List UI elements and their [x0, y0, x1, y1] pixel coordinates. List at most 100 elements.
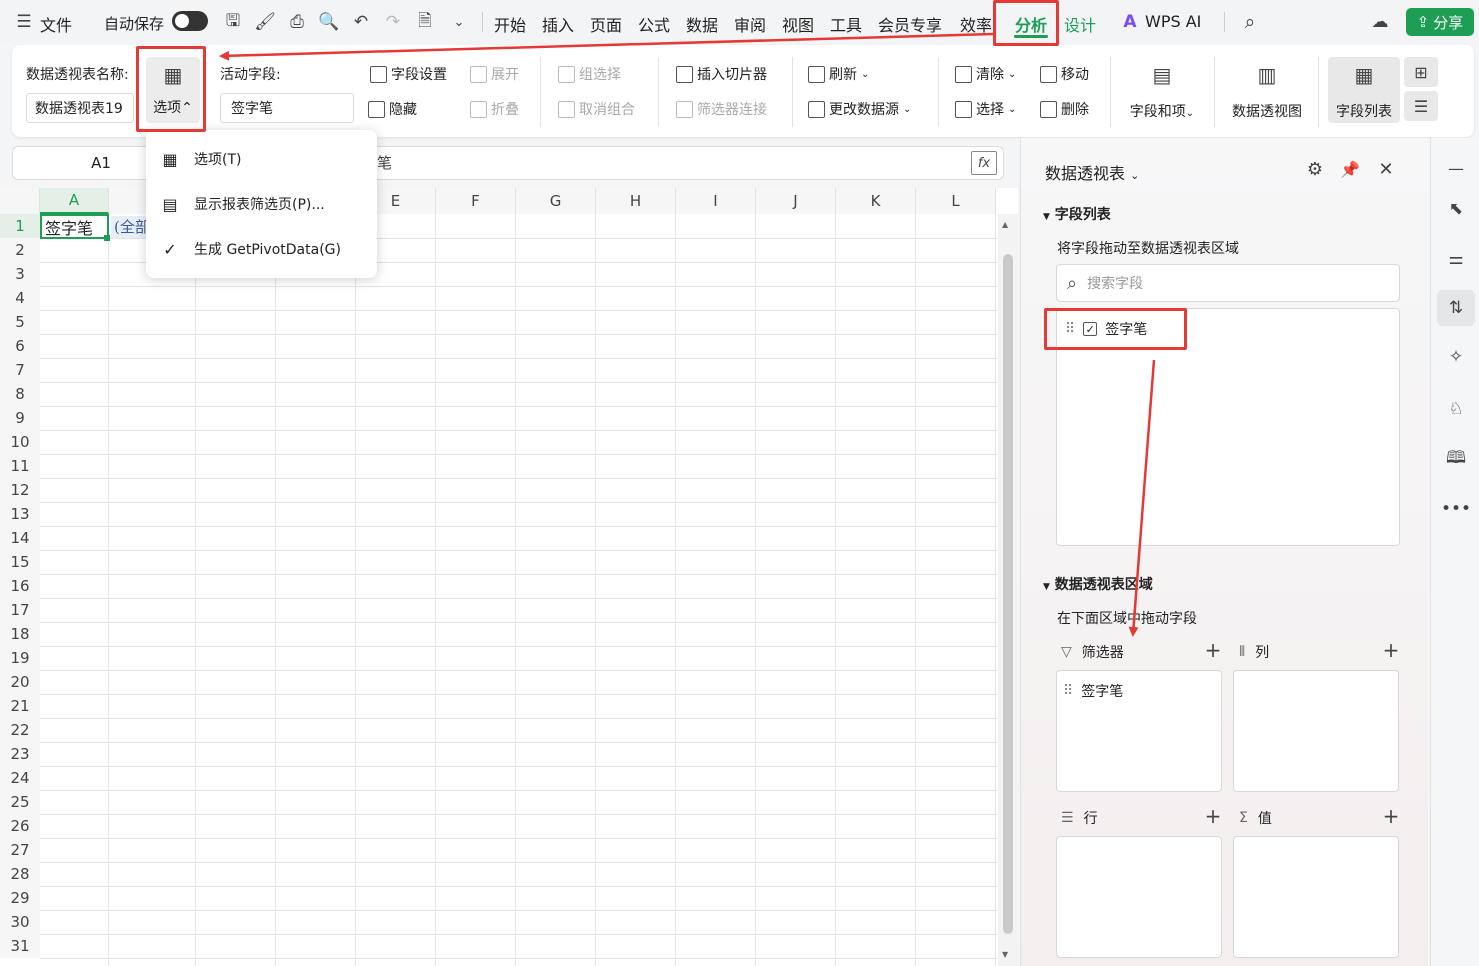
tab-data[interactable]: 数据	[686, 12, 718, 36]
hamburger-menu-icon[interactable]: ☰	[14, 12, 34, 32]
scrollbar-thumb[interactable]	[1003, 254, 1013, 934]
move-button[interactable]: 移动	[1040, 64, 1089, 84]
columns-drop-area[interactable]	[1233, 670, 1399, 792]
row-header[interactable]: 24	[0, 766, 40, 790]
tab-home[interactable]: 开始	[494, 12, 526, 36]
menu-item-options[interactable]: ▦ 选项(T)	[146, 139, 377, 179]
pointer-select-icon[interactable]: ⬉	[1443, 196, 1469, 222]
column-header-g[interactable]: G	[516, 188, 596, 214]
fields-items-button[interactable]: ▤ 字段和项⌄	[1122, 57, 1202, 123]
row-header[interactable]: 27	[0, 838, 40, 862]
row-header[interactable]: 12	[0, 478, 40, 502]
minimize-icon[interactable]: —	[1445, 159, 1467, 178]
search-icon[interactable]: ⌕	[1238, 10, 1262, 34]
row-header[interactable]: 16	[0, 574, 40, 598]
delete-button[interactable]: 删除	[1040, 99, 1089, 119]
undo-icon[interactable]: ↶	[350, 11, 372, 33]
tab-insert[interactable]: 插入	[542, 12, 574, 36]
group-select-button[interactable]: 组选择	[558, 64, 621, 84]
drag-handle-icon[interactable]: ⠿	[1063, 683, 1073, 699]
row-header[interactable]: 1	[0, 214, 40, 238]
add-column-plus-icon[interactable]: +	[1381, 638, 1401, 662]
hide-button[interactable]: 隐藏	[368, 99, 417, 119]
row-header[interactable]: 19	[0, 646, 40, 670]
more-options-icon[interactable]: •••	[1441, 496, 1471, 522]
tab-review[interactable]: 审阅	[734, 12, 766, 36]
field-list-section-header[interactable]: ▼ 字段列表	[1043, 204, 1111, 224]
add-filter-plus-icon[interactable]: +	[1203, 638, 1223, 662]
cell-b1[interactable]: (全部	[111, 216, 147, 238]
column-header-i[interactable]: I	[676, 188, 756, 214]
chevron-down-icon[interactable]: ⌄	[448, 11, 470, 33]
elephant-icon[interactable]: ♘	[1443, 396, 1469, 422]
cell-a1[interactable]: 签字笔	[40, 214, 109, 239]
function-fx-icon[interactable]: fx	[971, 151, 997, 175]
column-header-f[interactable]: F	[436, 188, 516, 214]
column-header-a[interactable]: A	[40, 188, 109, 214]
print-preview-icon[interactable]: 🔍	[318, 11, 340, 33]
row-header[interactable]: 14	[0, 526, 40, 550]
pivot-name-input[interactable]: 数据透视表19	[26, 93, 134, 123]
row-header[interactable]: 13	[0, 502, 40, 526]
change-source-button[interactable]: 更改数据源 ⌄	[808, 99, 911, 119]
column-header-k[interactable]: K	[836, 188, 916, 214]
row-header[interactable]: 9	[0, 406, 40, 430]
tab-design[interactable]: 设计	[1064, 12, 1096, 36]
field-layout-button[interactable]: ☰	[1404, 91, 1438, 121]
format-painter-icon[interactable]: 🖌	[254, 11, 276, 33]
column-header-l[interactable]: L	[916, 188, 996, 214]
doc-check-icon[interactable]: 🗎	[414, 11, 436, 33]
row-header[interactable]: 10	[0, 430, 40, 454]
field-add-button[interactable]: ⊞	[1404, 57, 1438, 87]
save-icon[interactable]: 🖫	[222, 11, 244, 33]
row-header[interactable]: 5	[0, 310, 40, 334]
select-all-corner[interactable]	[0, 188, 40, 214]
search-field-input[interactable]: ⌕ 搜索字段	[1056, 264, 1400, 302]
insert-slicer-button[interactable]: 插入切片器	[676, 64, 767, 84]
active-field-input[interactable]: 签字笔	[220, 93, 354, 123]
wps-ai-button[interactable]: WPS AI	[1145, 12, 1201, 31]
row-header[interactable]: 17	[0, 598, 40, 622]
pivot-panel-toggle[interactable]: ⇅	[1437, 290, 1475, 326]
collapse-button[interactable]: 折叠	[470, 99, 519, 119]
row-header[interactable]: 20	[0, 670, 40, 694]
print-icon[interactable]: ⎙	[286, 11, 308, 33]
wps-ai-icon[interactable]: A	[1120, 12, 1140, 32]
values-drop-area[interactable]	[1233, 836, 1399, 958]
row-header[interactable]: 6	[0, 334, 40, 358]
row-header[interactable]: 22	[0, 718, 40, 742]
menu-item-show-filter-pages[interactable]: ▤ 显示报表筛选页(P)...	[146, 184, 377, 224]
row-header[interactable]: 8	[0, 382, 40, 406]
redo-icon[interactable]: ↷	[382, 11, 404, 33]
tools-icon[interactable]: ✧	[1443, 344, 1469, 370]
cloud-upload-icon[interactable]: ☁	[1368, 10, 1392, 34]
expand-button[interactable]: 展开	[470, 64, 519, 84]
row-header[interactable]: 23	[0, 742, 40, 766]
row-header[interactable]: 30	[0, 910, 40, 934]
rows-drop-area[interactable]	[1056, 836, 1222, 958]
row-header[interactable]: 3	[0, 262, 40, 286]
refresh-button[interactable]: 刷新 ⌄	[808, 64, 869, 84]
row-header[interactable]: 7	[0, 358, 40, 382]
field-list-button[interactable]: ▦ 字段列表	[1328, 57, 1400, 123]
row-header[interactable]: 25	[0, 790, 40, 814]
add-row-plus-icon[interactable]: +	[1203, 804, 1223, 828]
book-icon[interactable]: 🕮	[1443, 446, 1469, 472]
autosave-toggle[interactable]	[172, 11, 208, 31]
tab-page[interactable]: 页面	[590, 12, 622, 36]
panel-title[interactable]: 数据透视表 ⌄	[1045, 160, 1139, 184]
clear-button[interactable]: 清除 ⌄	[955, 64, 1016, 84]
scroll-up-icon[interactable]: ▲	[1002, 220, 1008, 229]
column-header-h[interactable]: H	[596, 188, 676, 214]
vertical-scrollbar[interactable]: ▲ ▼	[998, 214, 1018, 966]
areas-section-header[interactable]: ▼ 数据透视表区域	[1043, 574, 1153, 594]
row-header[interactable]: 15	[0, 550, 40, 574]
tab-tools[interactable]: 工具	[830, 12, 862, 36]
filter-connection-button[interactable]: 筛选器连接	[676, 99, 767, 119]
tab-member[interactable]: 会员专享	[878, 12, 942, 36]
file-menu[interactable]: 文件	[40, 12, 72, 36]
select-button[interactable]: 选择 ⌄	[955, 99, 1016, 119]
fill-handle[interactable]	[104, 235, 110, 241]
column-header-j[interactable]: J	[756, 188, 836, 214]
tab-formula[interactable]: 公式	[638, 12, 670, 36]
